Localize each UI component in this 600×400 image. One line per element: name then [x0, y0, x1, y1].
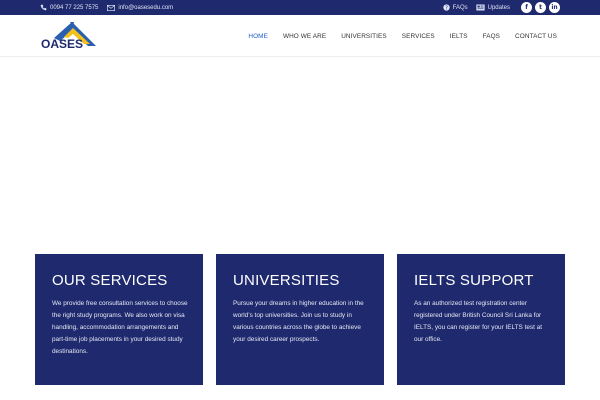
main-nav: HOME WHO WE ARE UNIVERSITIES SERVICES IE… — [241, 15, 560, 57]
nav-home[interactable]: HOME — [241, 33, 276, 40]
email-link[interactable]: info@oasesedu.com — [107, 4, 174, 11]
nav-contact-us[interactable]: CONTACT US — [508, 33, 560, 40]
nav-universities[interactable]: UNIVERSITIES — [334, 33, 395, 40]
oases-logo-graphic: OASES — [41, 22, 96, 51]
top-bar: 0094 77 225 7575 info@oasesedu.com ? FAQ… — [0, 0, 600, 15]
nav-faqs[interactable]: FAQS — [475, 33, 507, 40]
nav-who-we-are[interactable]: WHO WE ARE — [275, 33, 333, 40]
site-header: OASES HOME WHO WE ARE UNIVERSITIES SERVI… — [0, 15, 600, 57]
hero-area — [0, 58, 600, 254]
universities-card-title: UNIVERSITIES — [233, 272, 340, 289]
site-logo[interactable]: OASES — [40, 20, 98, 52]
newspaper-icon — [476, 4, 485, 11]
ielts-support-card: IELTS SUPPORT As an authorized test regi… — [397, 254, 565, 385]
top-bar-links: ? FAQs Updates f t in — [442, 2, 560, 13]
ielts-support-card-title: IELTS SUPPORT — [414, 272, 534, 289]
nav-services[interactable]: SERVICES — [394, 33, 442, 40]
question-icon: ? — [442, 4, 450, 11]
phone-icon — [40, 4, 47, 11]
phone-number: 0094 77 225 7575 — [50, 4, 99, 11]
faqs-link[interactable]: ? FAQs — [442, 4, 468, 11]
services-card-title: OUR SERVICES — [52, 272, 168, 289]
logo-wordmark: OASES — [41, 37, 83, 51]
ielts-support-card-text: As an authorized test registration cente… — [414, 300, 542, 343]
updates-link-label: Updates — [487, 4, 510, 11]
services-card: OUR SERVICES We provide free consultatio… — [35, 254, 203, 385]
phone-link[interactable]: 0094 77 225 7575 — [40, 4, 98, 11]
social-links: f t in — [521, 2, 560, 13]
linkedin-icon[interactable]: in — [549, 2, 560, 13]
universities-card-text: Pursue your dreams in higher education i… — [233, 300, 364, 343]
universities-card: UNIVERSITIES Pursue your dreams in highe… — [216, 254, 384, 385]
services-card-text: We provide free consultation services to… — [52, 300, 188, 355]
email-address: info@oasesedu.com — [118, 4, 174, 11]
svg-text:?: ? — [445, 5, 448, 11]
twitter-icon[interactable]: t — [535, 2, 546, 13]
facebook-icon[interactable]: f — [521, 2, 532, 13]
contact-info: 0094 77 225 7575 info@oasesedu.com — [40, 4, 173, 11]
nav-ielts[interactable]: IELTS — [442, 33, 475, 40]
faqs-link-label: FAQs — [452, 4, 468, 11]
envelope-icon — [107, 4, 116, 11]
updates-link[interactable]: Updates — [476, 4, 510, 11]
